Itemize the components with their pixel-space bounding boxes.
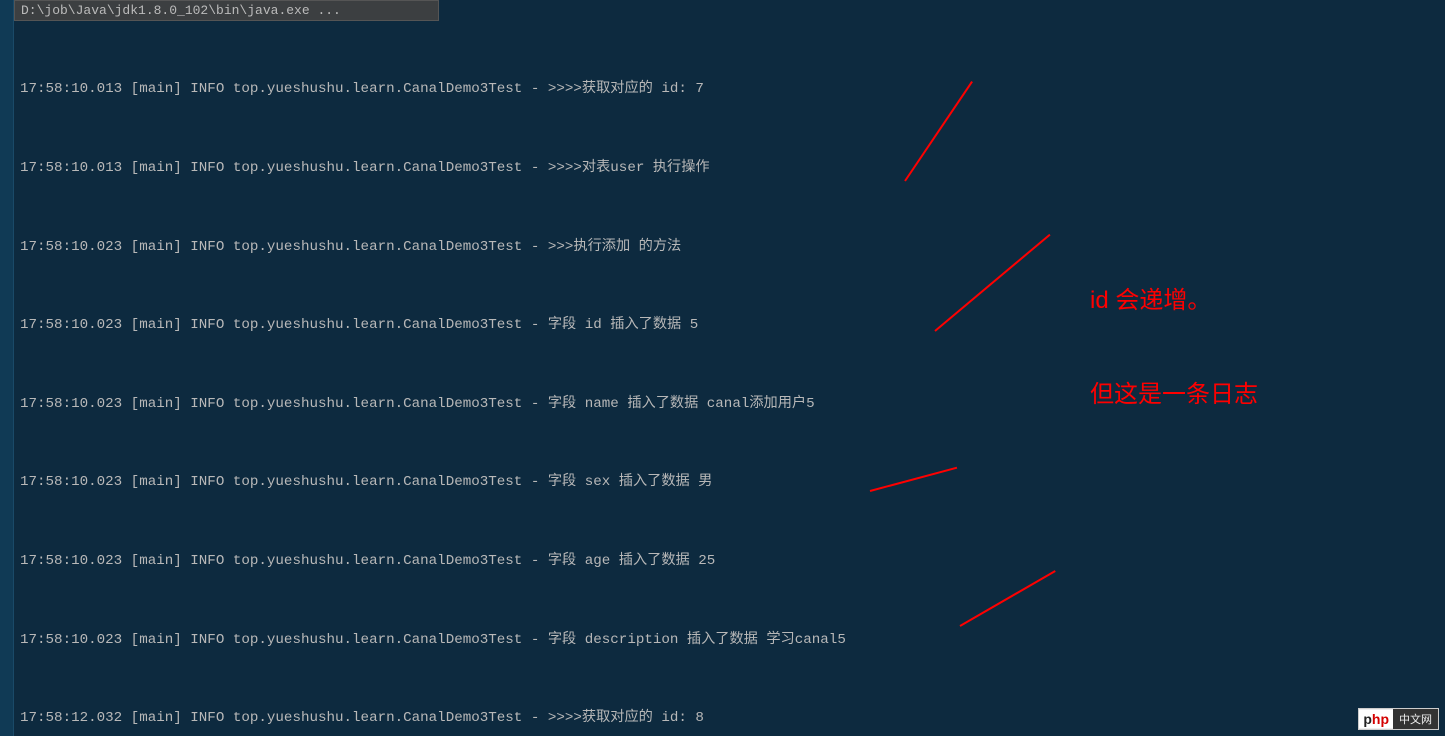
annotation-text: 但这是一条日志 bbox=[1090, 374, 1258, 409]
watermark-p: p bbox=[1363, 711, 1372, 727]
watermark-hp: hp bbox=[1372, 711, 1389, 727]
log-line: 17:58:10.023 [main] INFO top.yueshushu.l… bbox=[20, 312, 1420, 338]
log-line: 17:58:12.032 [main] INFO top.yueshushu.l… bbox=[20, 705, 1420, 731]
watermark: php 中文网 bbox=[1358, 708, 1439, 730]
watermark-logo: php bbox=[1359, 710, 1393, 728]
log-line: 17:58:10.023 [main] INFO top.yueshushu.l… bbox=[20, 234, 1420, 260]
log-line: 17:58:10.013 [main] INFO top.yueshushu.l… bbox=[20, 155, 1420, 181]
gutter bbox=[0, 0, 14, 736]
log-line: 17:58:10.013 [main] INFO top.yueshushu.l… bbox=[20, 76, 1420, 102]
log-line: 17:58:10.023 [main] INFO top.yueshushu.l… bbox=[20, 627, 1420, 653]
log-line: 17:58:10.023 [main] INFO top.yueshushu.l… bbox=[20, 548, 1420, 574]
process-header: D:\job\Java\jdk1.8.0_102\bin\java.exe ..… bbox=[14, 0, 439, 21]
log-line: 17:58:10.023 [main] INFO top.yueshushu.l… bbox=[20, 469, 1420, 495]
annotation-text: id 会递增。 bbox=[1090, 280, 1211, 315]
watermark-cn: 中文网 bbox=[1393, 709, 1438, 729]
